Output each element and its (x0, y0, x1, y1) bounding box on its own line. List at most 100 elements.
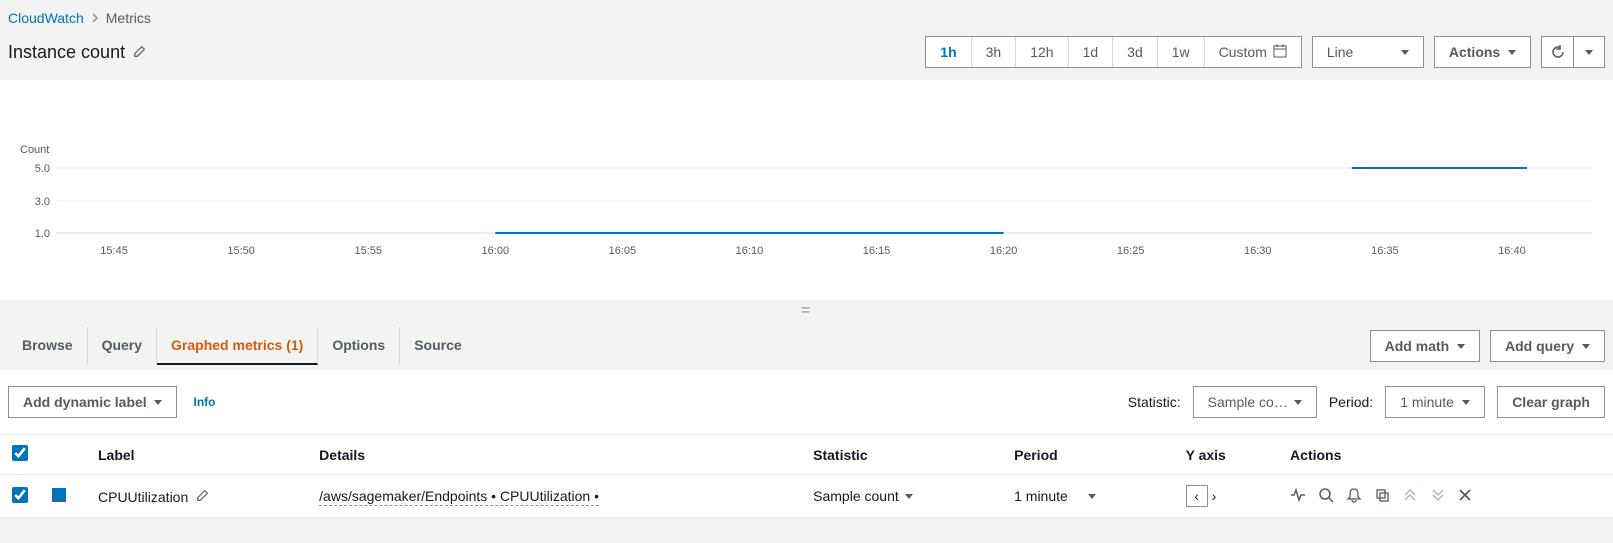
svg-text:16:40: 16:40 (1498, 245, 1526, 257)
actions-label: Actions (1449, 44, 1500, 60)
tabs: Browse Query Graphed metrics (1) Options… (8, 327, 476, 365)
clear-graph-button[interactable]: Clear graph (1497, 386, 1605, 418)
row-label: CPUUtilization (98, 489, 188, 505)
row-statistic-value: Sample count (813, 488, 899, 504)
time-range-custom[interactable]: Custom (1204, 37, 1301, 67)
breadcrumb-current: Metrics (106, 10, 151, 26)
row-period-value: 1 minute (1014, 488, 1068, 504)
breadcrumb: CloudWatch Metrics (0, 0, 1613, 32)
add-query-label: Add query (1505, 338, 1574, 354)
row-checkbox[interactable] (12, 487, 28, 503)
y-axis-label: Count (20, 144, 49, 156)
bell-icon[interactable] (1346, 487, 1362, 506)
table-row: CPUUtilization /aws/sagemaker/Endpoints … (0, 475, 1613, 518)
remove-icon[interactable] (1458, 488, 1472, 505)
statistic-select[interactable]: Sample co… (1193, 386, 1317, 418)
y-axis-toggle[interactable]: ‹ › (1186, 485, 1217, 507)
move-down-icon (1430, 487, 1446, 506)
search-icon[interactable] (1318, 487, 1334, 506)
add-math-label: Add math (1385, 338, 1450, 354)
caret-down-icon (1585, 50, 1593, 55)
svg-text:1.0: 1.0 (35, 228, 50, 240)
time-range-1w[interactable]: 1w (1157, 37, 1204, 67)
series-color-swatch[interactable] (52, 488, 66, 502)
y-axis-left[interactable]: ‹ (1186, 485, 1208, 507)
info-link[interactable]: Info (193, 395, 215, 409)
col-statistic: Statistic (801, 435, 1002, 475)
pulse-icon[interactable] (1290, 487, 1306, 506)
row-statistic-select[interactable]: Sample count (813, 488, 913, 504)
tabs-row: Browse Query Graphed metrics (1) Options… (0, 322, 1613, 370)
time-range-custom-label: Custom (1219, 44, 1267, 60)
col-period: Period (1002, 435, 1174, 475)
caret-down-icon (1401, 50, 1409, 55)
page-title: Instance count (8, 42, 147, 63)
row-period-select[interactable]: 1 minute (1014, 488, 1095, 504)
svg-text:16:10: 16:10 (736, 245, 764, 257)
statistic-label: Statistic: (1128, 394, 1181, 410)
svg-text:16:35: 16:35 (1371, 245, 1399, 257)
time-range-selector: 1h 3h 12h 1d 3d 1w Custom (925, 36, 1302, 68)
refresh-button[interactable] (1541, 36, 1573, 68)
time-range-3h[interactable]: 3h (971, 37, 1016, 67)
svg-text:15:55: 15:55 (354, 245, 382, 257)
edit-icon[interactable] (133, 42, 147, 63)
chevron-right-icon (90, 10, 100, 26)
add-query-button[interactable]: Add query (1490, 330, 1605, 362)
tab-source[interactable]: Source (400, 327, 475, 365)
svg-text:15:50: 15:50 (227, 245, 255, 257)
col-label: Label (86, 435, 307, 475)
tab-browse[interactable]: Browse (8, 327, 88, 365)
statistic-value: Sample co… (1208, 394, 1288, 410)
add-math-button[interactable]: Add math (1370, 330, 1480, 362)
actions-button[interactable]: Actions (1434, 36, 1531, 68)
calendar-icon (1273, 44, 1287, 61)
page-title-text: Instance count (8, 42, 125, 63)
refresh-options-button[interactable] (1573, 36, 1605, 68)
y-axis-right[interactable]: › (1212, 488, 1217, 504)
edit-icon[interactable] (196, 489, 210, 505)
tab-options[interactable]: Options (318, 327, 400, 365)
svg-text:16:30: 16:30 (1244, 245, 1272, 257)
period-select[interactable]: 1 minute (1385, 386, 1485, 418)
caret-down-icon (1508, 50, 1516, 55)
metrics-table: Label Details Statistic Period Y axis Ac… (0, 434, 1613, 518)
tab-query[interactable]: Query (88, 327, 157, 365)
svg-text:5.0: 5.0 (35, 163, 50, 175)
copy-icon[interactable] (1374, 487, 1390, 506)
chart-type-select[interactable]: Line (1312, 36, 1424, 68)
add-dynamic-label-button[interactable]: Add dynamic label (8, 386, 177, 418)
caret-down-icon (905, 494, 913, 499)
svg-text:16:25: 16:25 (1117, 245, 1145, 257)
time-range-12h[interactable]: 12h (1015, 37, 1067, 67)
svg-text:16:20: 16:20 (990, 245, 1018, 257)
select-all-checkbox[interactable] (12, 445, 28, 461)
period-label: Period: (1329, 394, 1373, 410)
caret-down-icon (1462, 400, 1470, 405)
move-up-icon (1402, 487, 1418, 506)
svg-text:3.0: 3.0 (35, 196, 50, 208)
svg-text:16:05: 16:05 (609, 245, 637, 257)
toolbar: Add dynamic label Info Statistic: Sample… (0, 370, 1613, 434)
breadcrumb-root[interactable]: CloudWatch (8, 10, 84, 26)
chart-panel: Count 5.0 3.0 1.0 15:45 15:50 15:55 16:0… (0, 80, 1613, 300)
add-dynamic-label-text: Add dynamic label (23, 394, 147, 410)
svg-text:16:00: 16:00 (482, 245, 510, 257)
time-range-1h[interactable]: 1h (926, 37, 970, 67)
tab-graphed-metrics[interactable]: Graphed metrics (1) (157, 327, 318, 365)
caret-down-icon (1582, 344, 1590, 349)
col-actions: Actions (1278, 435, 1613, 475)
resize-handle[interactable]: = (0, 300, 1613, 322)
caret-down-icon (1294, 400, 1302, 405)
svg-text:15:45: 15:45 (100, 245, 128, 257)
time-range-3d[interactable]: 3d (1112, 37, 1157, 67)
row-details[interactable]: /aws/sagemaker/Endpoints • CPUUtilizatio… (319, 488, 599, 506)
line-chart[interactable]: 5.0 3.0 1.0 15:45 15:50 15:55 16:00 16:0… (16, 92, 1597, 292)
chart-type-value: Line (1327, 44, 1353, 60)
period-value: 1 minute (1400, 394, 1454, 410)
col-yaxis: Y axis (1174, 435, 1278, 475)
col-details: Details (307, 435, 801, 475)
time-range-1d[interactable]: 1d (1068, 37, 1113, 67)
caret-down-icon (1457, 344, 1465, 349)
caret-down-icon (1088, 494, 1096, 499)
